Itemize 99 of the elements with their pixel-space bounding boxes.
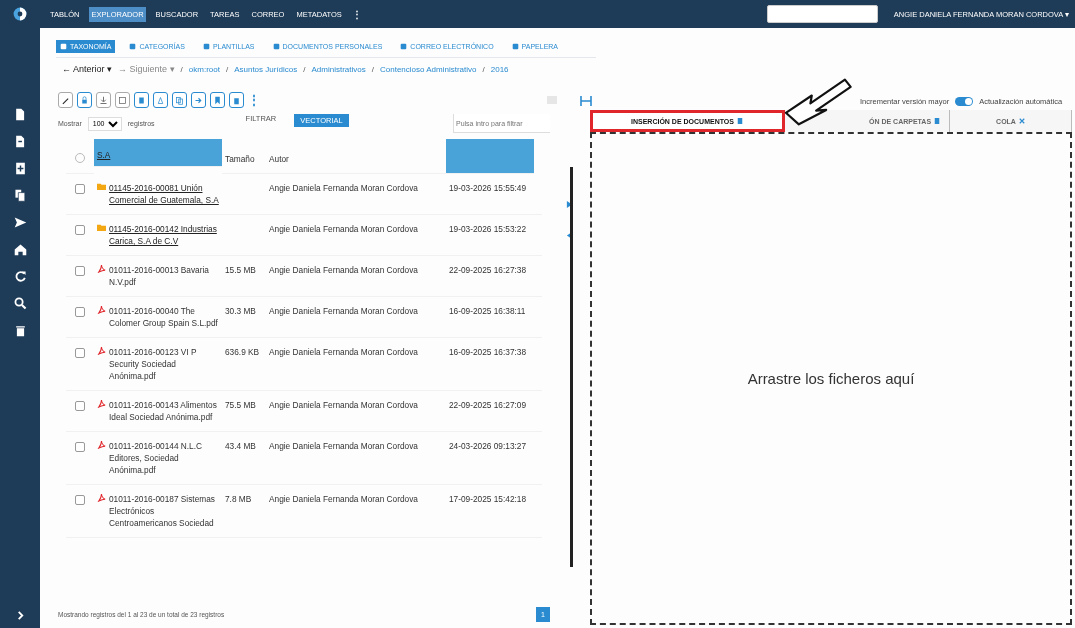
row-checkbox[interactable] [75,348,85,358]
scrollbar[interactable] [570,167,573,567]
document-icon [934,118,941,124]
date-cell: 24-03-2026 09:13:27 [446,432,542,485]
breadcrumb-separator: / [180,64,183,74]
author-cell: Angie Daniela Fernanda Moran Cordova [266,391,446,432]
pdf-icon [97,493,106,502]
arrow-button[interactable] [191,92,206,108]
expand-chevron-icon[interactable] [15,611,25,620]
document-button[interactable] [134,92,149,108]
logo-icon [12,6,28,22]
breadcrumb-separator: / [482,64,485,74]
search-field[interactable] [766,5,878,23]
breadcrumb-separator: / [303,64,306,74]
file-name[interactable]: 01011-2016-00144 N.L.C Editores, Sociedad Anónima.pdf [106,432,222,485]
person-button[interactable] [153,92,168,108]
column-header[interactable] [446,139,534,174]
edit-button[interactable] [58,92,73,108]
folder-icon [97,223,106,232]
send-icon[interactable] [13,216,27,229]
lock-icon [80,95,89,105]
arrow-annotation-drawing [783,76,855,128]
column-header[interactable]: Tamaño [222,139,266,174]
author-cell: Angie Daniela Fernanda Moran Cordova [266,174,446,215]
breadcrumb-link[interactable]: okm:root [188,64,220,74]
breadcrumb-separator: / [225,64,229,74]
date-cell: 22-09-2025 16:27:09 [446,391,542,432]
note-icon [118,95,127,105]
file-name[interactable]: 01011-2016-00123 VI P Security Sociedad Anónima.pdf [106,338,222,391]
document-icon [736,118,743,124]
date-cell: 17-09-2025 15:42:18 [446,485,542,538]
row-checkbox[interactable] [75,495,85,505]
download-icon [99,95,108,105]
row-checkbox[interactable] [75,266,85,276]
file-icon[interactable] [13,135,27,148]
row-checkbox[interactable] [75,442,85,452]
breadcrumb-link[interactable]: Administrativos [311,64,366,74]
more-menu-button[interactable]: ⋮ [351,8,362,20]
row-checkbox[interactable] [75,225,85,235]
search-icon[interactable] [13,297,27,310]
add-file-icon[interactable] [13,162,27,175]
size-cell: 43.4 MB [222,432,266,485]
drop-zone[interactable]: Arrastre los ficheros aquí [590,132,1072,625]
folder-icon [97,182,106,191]
pdf-icon [97,264,106,273]
file-name[interactable]: 01011-2016-00040 The Colomer Group Spain S.L.pdf [106,297,222,338]
expand-right-icon[interactable] [565,201,573,208]
file-name[interactable]: 01011-2016-00187 Sistemas Electrónicos Centroamericanos Sociedad [106,485,222,538]
date-cell: 16-09-2025 16:37:38 [446,338,542,391]
breadcrumb-link[interactable]: Contencioso Administrativo [380,64,477,74]
size-cell: 30.3 MB [222,297,266,338]
close-icon [1018,118,1025,124]
breadcrumb-separator: / [371,64,374,74]
folder-link[interactable]: 01145-2016-00081 Unión Comercial de Guatemala, S.A [106,174,222,215]
pdf-icon [97,399,106,408]
size-cell: 636.9 KB [222,338,266,391]
pdf-icon [97,346,106,355]
file-icon[interactable] [13,108,27,121]
date-cell: 19-03-2026 15:55:49 [446,174,542,215]
expand-left-icon[interactable] [565,232,573,239]
pdf-icon [97,440,106,449]
author-cell: Angie Daniela Fernanda Moran Cordova [266,297,446,338]
date-cell: 19-03-2026 15:53:22 [446,215,542,256]
forward-button[interactable]: → Siguiente ▾ [118,64,175,74]
download-button[interactable] [96,92,111,108]
size-cell: 7.8 MB [222,485,266,538]
size-cell: 75.5 MB [222,391,266,432]
home-icon[interactable] [13,243,27,256]
copy-button[interactable] [172,92,187,108]
file-name[interactable]: 01011-2016-00143 Alimentos Ideal Sociedad Anónima.pdf [106,391,222,432]
breadcrumb-link[interactable]: 2016 [490,64,509,74]
row-checkbox[interactable] [75,401,85,411]
note-button[interactable] [115,92,130,108]
lock-button[interactable] [77,92,92,108]
file-name[interactable]: 01011-2016-00013 Bavaria N.V.pdf [106,256,222,297]
row-checkbox[interactable] [75,307,85,317]
resize-icon[interactable] [580,96,592,106]
refresh-icon[interactable] [13,270,27,283]
author-cell: Angie Daniela Fernanda Moran Cordova [266,256,446,297]
document-icon [137,95,146,105]
trash-button[interactable] [229,92,244,108]
size-cell: 15.5 MB [222,256,266,297]
bookmark-button[interactable] [210,92,225,108]
author-cell: Angie Daniela Fernanda Moran Cordova [266,215,446,256]
arrow-icon [194,95,203,105]
column-header[interactable]: S.A [94,139,222,167]
pdf-icon [97,305,106,314]
author-cell: Angie Daniela Fernanda Moran Cordova [266,485,446,538]
folder-link[interactable]: 01145-2016-00142 Industrias Carica, S.A de C.V [106,215,222,256]
row-checkbox[interactable] [75,184,85,194]
author-cell: Angie Daniela Fernanda Moran Cordova [266,338,446,391]
auto-update-toggle[interactable] [955,96,974,106]
date-cell: 22-09-2025 16:27:38 [446,256,542,297]
more-actions-button[interactable]: ⋮ [248,93,260,107]
bookmark-icon [213,95,222,105]
author-cell: Angie Daniela Fernanda Moran Cordova [266,432,446,485]
breadcrumb-link[interactable]: Asuntos Jurídicos [234,64,298,74]
back-button[interactable]: ← Anterior ▾ [62,64,113,74]
date-cell: 16-09-2025 16:38:11 [446,297,542,338]
